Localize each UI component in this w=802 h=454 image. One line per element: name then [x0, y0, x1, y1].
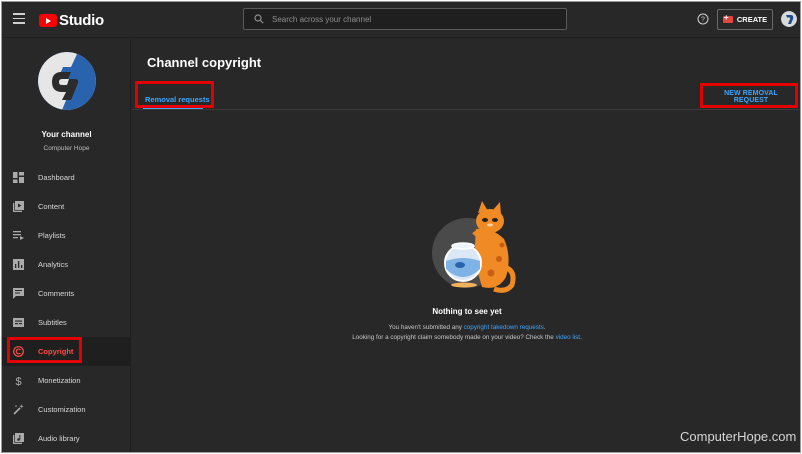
subtitles-icon	[13, 318, 24, 327]
top-bar: Studio ? CREATE	[2, 2, 800, 38]
sidebar-item-label: Content	[38, 202, 65, 211]
sidebar-item-label: Dashboard	[38, 173, 75, 182]
empty-state-line-1: You haven't submitted any copyright take…	[132, 324, 800, 331]
search-input[interactable]	[272, 14, 562, 24]
dashboard-icon	[13, 172, 24, 183]
youtube-logo-icon	[39, 14, 57, 27]
tabs-divider	[132, 109, 800, 110]
page-title: Channel copyright	[147, 55, 262, 70]
sidebar-item-label: Comments	[38, 289, 75, 298]
empty-line-2-prefix: Looking for a copyright claim somebody m…	[352, 334, 556, 341]
sidebar-item-dashboard[interactable]: Dashboard	[2, 163, 131, 192]
dollar-icon: $	[15, 376, 21, 386]
sidebar-item-label: Playlists	[38, 231, 66, 240]
wand-icon	[13, 404, 24, 415]
cat-fishbowl-illustration	[432, 201, 516, 293]
sidebar-item-playlists[interactable]: Playlists	[2, 221, 131, 250]
account-avatar-image	[781, 11, 797, 27]
empty-line-2-suffix: .	[580, 334, 582, 341]
audio-library-icon	[13, 433, 24, 444]
sidebar: Your channel Computer Hope Dashboard Con…	[2, 39, 131, 452]
sidebar-item-label: Monetization	[38, 376, 81, 385]
sidebar-item-label: Audio library	[38, 434, 80, 443]
main-content: Channel copyright Removal requests NEW R…	[132, 39, 800, 452]
search-icon	[254, 14, 264, 24]
new-removal-request-button[interactable]: NEW REMOVAL REQUEST	[709, 89, 793, 105]
search-bar[interactable]	[243, 8, 567, 30]
content-icon	[13, 201, 24, 212]
sidebar-item-monetization[interactable]: $ Monetization	[2, 366, 131, 395]
tab-removal-requests[interactable]: Removal requests	[143, 89, 212, 109]
create-video-icon	[722, 13, 733, 23]
computer-hope-logo-icon	[38, 52, 96, 110]
sidebar-nav: Dashboard Content Playlists Analytics Co…	[2, 163, 131, 452]
hamburger-menu-icon[interactable]	[13, 13, 25, 25]
help-icon[interactable]: ?	[697, 13, 709, 25]
copyright-icon	[13, 346, 24, 357]
empty-line-1-suffix: .	[543, 324, 546, 331]
sidebar-item-comments[interactable]: Comments	[2, 279, 131, 308]
channel-subtitle: Computer Hope	[43, 145, 90, 152]
computerhope-watermark: ComputerHope.com	[680, 429, 797, 444]
analytics-icon	[13, 259, 24, 270]
logo-text: Studio	[59, 12, 104, 29]
create-label: CREATE	[736, 15, 768, 24]
playlists-icon	[13, 231, 24, 240]
sidebar-item-copyright[interactable]: Copyright	[2, 337, 131, 366]
empty-line-1-prefix: You haven't submitted any	[388, 324, 464, 331]
svg-text:?: ?	[701, 17, 705, 24]
video-list-link[interactable]: video list	[556, 334, 581, 341]
copyright-takedown-requests-link[interactable]: copyright takedown requests	[464, 324, 544, 331]
studio-window: Studio ? CREATE	[1, 1, 801, 453]
sidebar-item-customization[interactable]: Customization	[2, 395, 131, 424]
sidebar-item-label: Copyright	[38, 347, 74, 356]
sidebar-item-analytics[interactable]: Analytics	[2, 250, 131, 279]
comments-icon	[13, 288, 24, 299]
channel-name: Your channel	[41, 130, 92, 139]
create-button[interactable]: CREATE	[717, 9, 773, 30]
sidebar-item-label: Subtitles	[38, 318, 67, 327]
channel-avatar[interactable]	[38, 52, 96, 110]
sidebar-item-label: Analytics	[38, 260, 69, 269]
sidebar-item-label: Customization	[38, 405, 86, 414]
svg-text:$: $	[15, 376, 21, 386]
account-avatar[interactable]	[781, 11, 797, 27]
studio-logo[interactable]: Studio	[39, 12, 104, 29]
sidebar-item-audio-library[interactable]: Audio library	[2, 424, 131, 452]
sidebar-item-content[interactable]: Content	[2, 192, 131, 221]
empty-state-line-2: Looking for a copyright claim somebody m…	[132, 334, 800, 341]
empty-state-title: Nothing to see yet	[432, 307, 502, 316]
sidebar-item-subtitles[interactable]: Subtitles	[2, 308, 131, 337]
